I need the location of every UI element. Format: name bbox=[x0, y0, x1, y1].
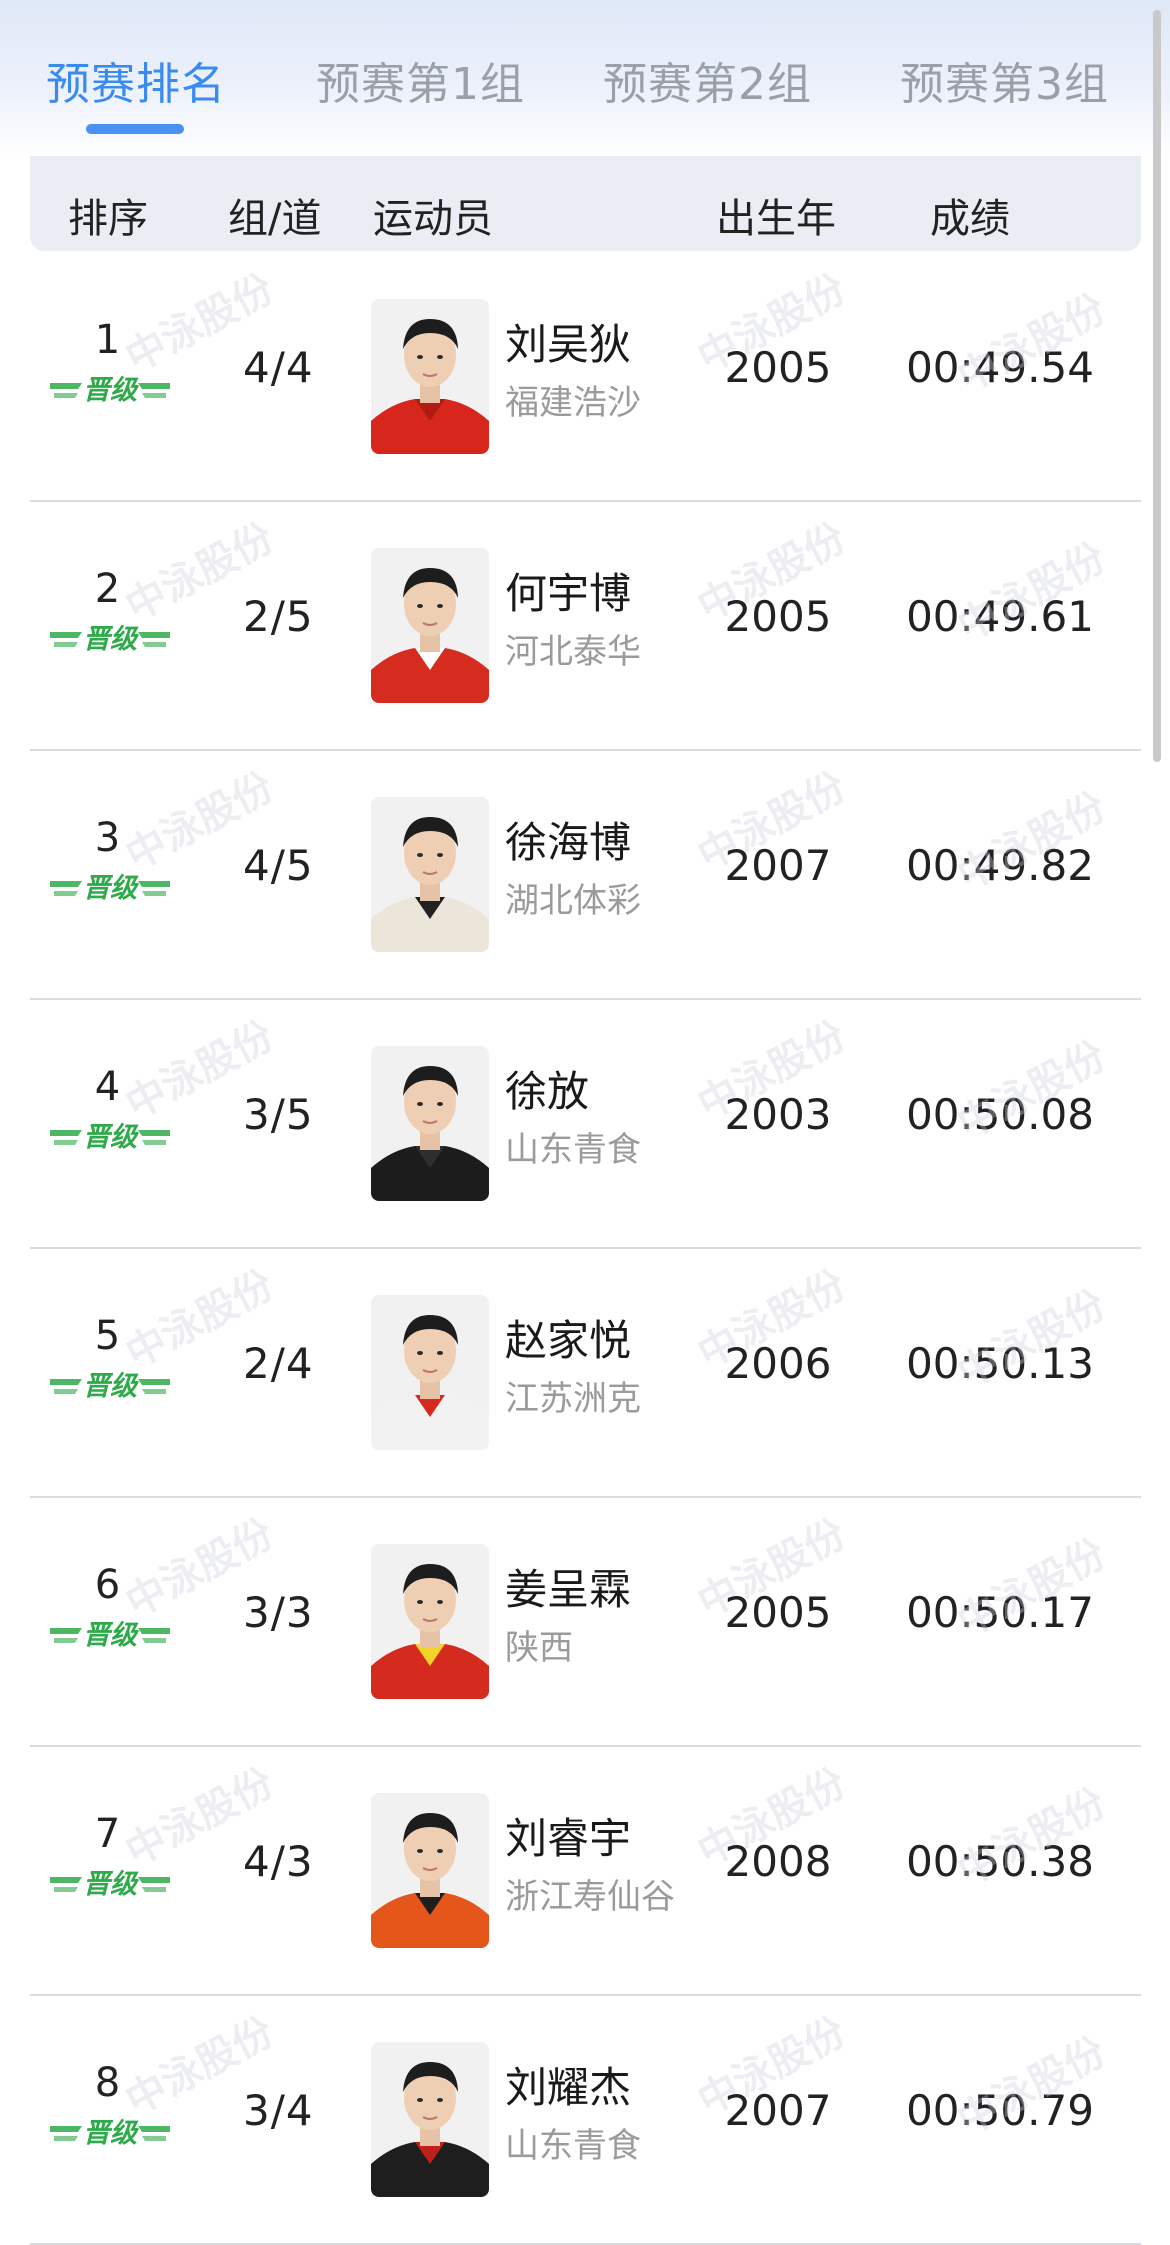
athlete-name[interactable]: 何宇博 bbox=[505, 560, 631, 621]
rank-number: 5 bbox=[94, 1313, 121, 1359]
athlete-photo[interactable] bbox=[371, 797, 489, 952]
qualified-badge: 晋级 bbox=[48, 867, 172, 907]
rank-number: 1 bbox=[94, 317, 121, 363]
active-tab-indicator bbox=[86, 124, 184, 134]
table-row[interactable]: 7 晋级 4/3 刘睿宇 浙江寿仙谷 2008 00:50.38 中泳股份 中泳… bbox=[30, 1745, 1141, 1996]
result-time: 00:50.08 bbox=[906, 1090, 1094, 1139]
birth-year: 2007 bbox=[724, 841, 832, 890]
badge-label: 晋级 bbox=[83, 1122, 139, 1153]
athlete-photo[interactable] bbox=[371, 2042, 489, 2197]
athlete-team: 江苏洲克 bbox=[505, 1379, 641, 1419]
athlete-team: 福建浩沙 bbox=[505, 383, 641, 423]
badge-label: 晋级 bbox=[83, 375, 139, 406]
badge-label: 晋级 bbox=[83, 2118, 139, 2149]
table-row[interactable]: 5 晋级 2/4 赵家悦 江苏洲克 2006 00:50.13 中泳股份 中泳股… bbox=[30, 1247, 1141, 1498]
table-row[interactable]: 1 晋级 4/4 刘吴狄 福建浩沙 2005 00:49.54 中泳股份 中泳股… bbox=[30, 251, 1141, 502]
birth-year: 2005 bbox=[724, 1588, 832, 1637]
badge-label: 晋级 bbox=[83, 873, 139, 904]
header-result: 成绩 bbox=[930, 196, 1010, 242]
qualified-badge: 晋级 bbox=[48, 369, 172, 409]
athlete-photo[interactable] bbox=[371, 1295, 489, 1450]
athlete-team: 湖北体彩 bbox=[505, 881, 641, 921]
qualified-badge: 晋级 bbox=[48, 1863, 172, 1903]
birth-year: 2005 bbox=[724, 343, 832, 392]
athlete-team: 浙江寿仙谷 bbox=[505, 1877, 675, 1917]
badge-label: 晋级 bbox=[83, 1869, 139, 1900]
qualified-badge: 晋级 bbox=[48, 1614, 172, 1654]
athlete-name[interactable]: 徐放 bbox=[505, 1058, 589, 1119]
result-time: 00:49.82 bbox=[906, 841, 1094, 890]
athlete-photo[interactable] bbox=[371, 1544, 489, 1699]
athlete-photo[interactable] bbox=[371, 1793, 489, 1948]
result-time: 00:49.54 bbox=[906, 343, 1094, 392]
rank-number: 2 bbox=[94, 566, 121, 612]
athlete-team: 山东青食 bbox=[505, 2126, 641, 2166]
tab-heat-3[interactable]: 预赛第3组 bbox=[900, 48, 1109, 112]
rank-number: 3 bbox=[94, 815, 121, 861]
birth-year: 2006 bbox=[724, 1339, 832, 1388]
birth-year: 2003 bbox=[724, 1090, 832, 1139]
athlete-name[interactable]: 刘睿宇 bbox=[505, 1805, 631, 1866]
athlete-name[interactable]: 赵家悦 bbox=[505, 1307, 631, 1368]
athlete-team: 山东青食 bbox=[505, 1130, 641, 1170]
tab-prelim-ranking[interactable]: 预赛排名 bbox=[46, 48, 226, 112]
rank-number: 8 bbox=[94, 2060, 121, 2106]
rank-number: 7 bbox=[94, 1811, 121, 1857]
athlete-photo[interactable] bbox=[371, 1046, 489, 1201]
birth-year: 2007 bbox=[724, 2086, 832, 2135]
scrollbar[interactable] bbox=[1153, 10, 1161, 762]
qualified-badge: 晋级 bbox=[48, 1116, 172, 1156]
badge-label: 晋级 bbox=[83, 624, 139, 655]
birth-year: 2005 bbox=[724, 592, 832, 641]
birth-year: 2008 bbox=[724, 1837, 832, 1886]
header-rank: 排序 bbox=[68, 196, 148, 242]
athlete-name[interactable]: 徐海博 bbox=[505, 809, 631, 870]
tab-heat-1[interactable]: 预赛第1组 bbox=[316, 48, 525, 112]
athlete-name[interactable]: 姜呈霖 bbox=[505, 1556, 631, 1617]
badge-label: 晋级 bbox=[83, 1371, 139, 1402]
header-heat-lane: 组/道 bbox=[228, 196, 322, 242]
table-row[interactable]: 4 晋级 3/5 徐放 山东青食 2003 00:50.08 中泳股份 中泳股份… bbox=[30, 998, 1141, 1249]
qualified-badge: 晋级 bbox=[48, 618, 172, 658]
header-athlete: 运动员 bbox=[373, 196, 493, 242]
athlete-name[interactable]: 刘吴狄 bbox=[505, 311, 631, 372]
athlete-name[interactable]: 刘耀杰 bbox=[505, 2054, 631, 2115]
table-row[interactable]: 2 晋级 2/5 何宇博 河北泰华 2005 00:49.61 中泳股份 中泳股… bbox=[30, 500, 1141, 751]
table-row[interactable]: 6 晋级 3/3 姜呈霖 陕西 2005 00:50.17 中泳股份 中泳股份 … bbox=[30, 1496, 1141, 1747]
qualified-badge: 晋级 bbox=[48, 1365, 172, 1405]
result-time: 00:50.13 bbox=[906, 1339, 1094, 1388]
result-time: 00:50.17 bbox=[906, 1588, 1094, 1637]
header-birth-year: 出生年 bbox=[716, 196, 836, 242]
rank-number: 6 bbox=[94, 1562, 121, 1608]
result-time: 00:49.61 bbox=[906, 592, 1094, 641]
athlete-team: 陕西 bbox=[505, 1628, 573, 1668]
rank-number: 4 bbox=[94, 1064, 121, 1110]
result-time: 00:50.79 bbox=[906, 2086, 1094, 2135]
athlete-photo[interactable] bbox=[371, 548, 489, 703]
table-row[interactable]: 8 晋级 3/4 刘耀杰 山东青食 2007 00:50.79 中泳股份 中泳股… bbox=[30, 1994, 1141, 2245]
tab-bar: 预赛排名 预赛第1组 预赛第2组 预赛第3组 bbox=[0, 0, 1170, 150]
tab-heat-2[interactable]: 预赛第2组 bbox=[603, 48, 812, 112]
result-time: 00:50.38 bbox=[906, 1837, 1094, 1886]
athlete-team: 河北泰华 bbox=[505, 632, 641, 672]
table-row[interactable]: 3 晋级 4/5 徐海博 湖北体彩 2007 00:49.82 中泳股份 中泳股… bbox=[30, 749, 1141, 1000]
badge-label: 晋级 bbox=[83, 1620, 139, 1651]
qualified-badge: 晋级 bbox=[48, 2112, 172, 2152]
athlete-photo[interactable] bbox=[371, 299, 489, 454]
